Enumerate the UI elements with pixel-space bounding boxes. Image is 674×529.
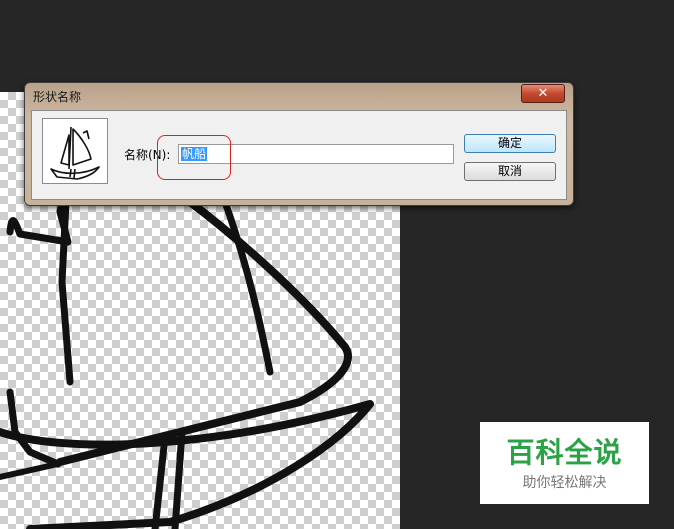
watermark-logo: 百科全说 助你轻松解决 [480, 422, 649, 504]
annotation-highlight-box [157, 135, 231, 180]
dialog-titlebar[interactable]: 形状名称 ✕ [25, 83, 573, 109]
cancel-button[interactable]: 取消 [464, 162, 556, 181]
shape-preview [42, 118, 108, 184]
close-button[interactable]: ✕ [521, 84, 565, 103]
close-icon: ✕ [537, 86, 549, 101]
watermark-title: 百科全说 [506, 436, 623, 469]
shape-name-dialog: 形状名称 ✕ 名称(N): 帆船 确定 取消 [24, 82, 574, 206]
dialog-body: 名称(N): 帆船 确定 取消 [31, 110, 567, 200]
ok-button[interactable]: 确定 [464, 134, 556, 153]
watermark-subtitle: 助你轻松解决 [522, 475, 607, 491]
dialog-title: 形状名称 [33, 90, 82, 104]
sailboat-icon [50, 126, 100, 180]
